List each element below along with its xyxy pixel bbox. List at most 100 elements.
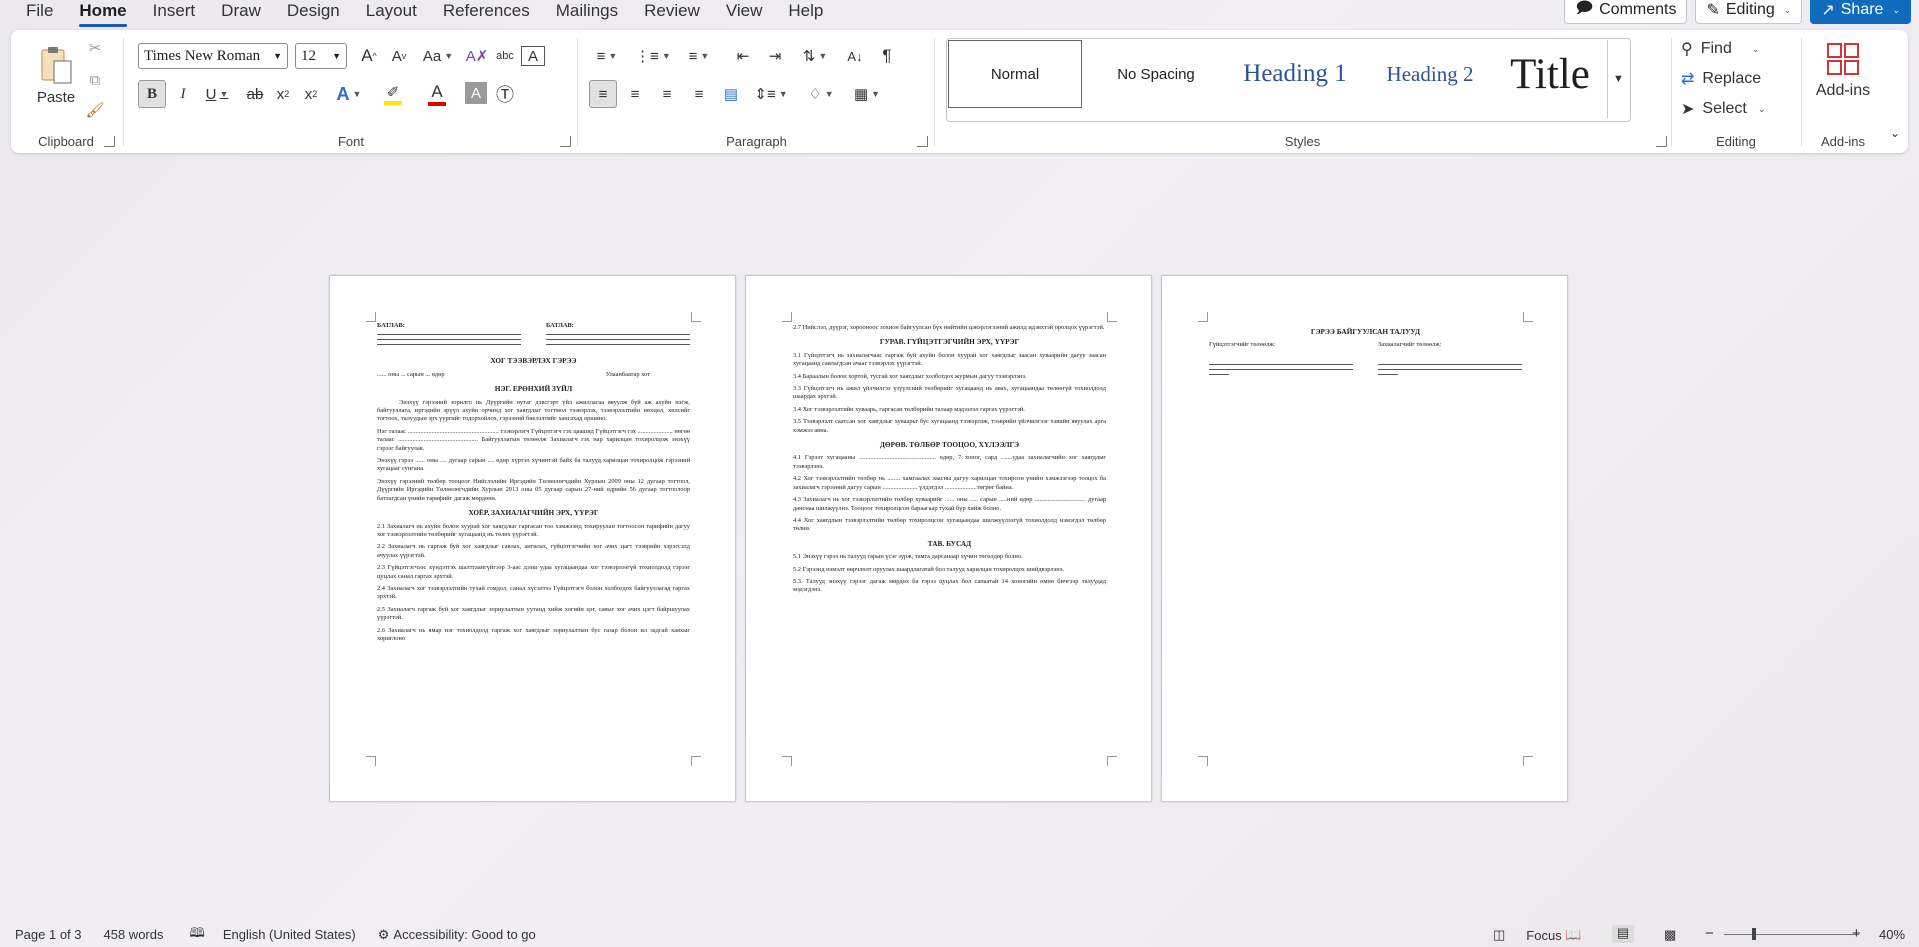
document-page-1[interactable]: БАТЛАВ: БАТЛАВ: ХОГ ТЭЭВЭРЛЭХ ГЭРЭЭ ....… bbox=[329, 275, 736, 802]
share-label: Share bbox=[1840, 1, 1884, 18]
style-title-label: Title bbox=[1510, 50, 1590, 98]
style-title[interactable]: Title bbox=[1495, 40, 1605, 108]
chevron-down-icon: ⌄ bbox=[1783, 4, 1792, 15]
tab-file[interactable]: File bbox=[0, 0, 66, 26]
crop-mark bbox=[782, 312, 792, 322]
replace-button[interactable]: ⇄ Replace bbox=[1681, 66, 1791, 92]
pencil-icon: ✎ bbox=[1706, 2, 1720, 19]
section-heading: ГУРАВ. ГҮЙЦЭТГЭГЧИЙН ЭРХ, ҮҮРЭГ bbox=[879, 337, 1020, 347]
paragraph: Энэхүү гэрээ ...... оны .... дугаар сары… bbox=[377, 457, 690, 473]
section-heading: НЭГ. ЕРӨНХИЙ ЗҮЙЛ bbox=[494, 384, 573, 394]
parties-signature-block: Гүйцэтгэгчийг төлөөлж: Захиалагчийг төлө… bbox=[1209, 341, 1522, 375]
chevron-down-icon: ⌄ bbox=[1892, 4, 1900, 15]
tab-references[interactable]: References bbox=[430, 0, 543, 26]
page-3-content: ГЭРЭЭ БАЙГУУЛСАН ТАЛУУД Гүйцэтгэгчийг тө… bbox=[1209, 322, 1522, 375]
accessibility-status[interactable]: Accessibility: Good to go bbox=[393, 927, 535, 942]
contract-city: Улаанбаатар хот bbox=[605, 370, 650, 378]
paragraph: 3.3 Гүйцэтгэгч нь ажил үйлчилгээ үзүүлсн… bbox=[793, 385, 1106, 401]
status-bar: Page 1 of 3 458 words 🕮 English (United … bbox=[0, 922, 1919, 947]
tab-help[interactable]: Help bbox=[775, 0, 836, 26]
comments-button[interactable]: 🗩 Comments bbox=[1564, 0, 1688, 24]
collapse-ribbon-icon[interactable]: ⌄ bbox=[1886, 124, 1904, 142]
word-count[interactable]: 458 words bbox=[104, 927, 164, 942]
zoom-slider[interactable] bbox=[1724, 928, 1859, 940]
read-mode-icon[interactable]: 📖 bbox=[1565, 927, 1581, 943]
style-heading-2[interactable]: Heading 2 bbox=[1365, 40, 1495, 108]
crop-mark bbox=[691, 756, 701, 766]
paragraph: 4.4 Хог хаягдлын тээвэрлэлтийн төлбөр то… bbox=[793, 516, 1106, 533]
proofing-icon[interactable]: 🕮 bbox=[189, 924, 204, 946]
client-label: Захиалагчийг төлөөлж: bbox=[1378, 341, 1442, 349]
styles-launcher-icon[interactable] bbox=[1656, 136, 1667, 147]
select-button[interactable]: ➤ Select ⌄ bbox=[1681, 96, 1791, 122]
paragraph: Нэг талаас .............................… bbox=[377, 427, 690, 452]
style-no-spacing[interactable]: No Spacing bbox=[1089, 40, 1223, 108]
signature-line bbox=[1209, 370, 1229, 375]
tab-layout[interactable]: Layout bbox=[353, 0, 430, 26]
divider bbox=[1801, 38, 1802, 146]
document-page-2[interactable]: 2.7 Нийслэл, дүүрэг, хорооноос зохион ба… bbox=[745, 275, 1152, 802]
web-layout-icon[interactable]: ▩ bbox=[1664, 927, 1676, 943]
paragraph: Энэхүү гэрээний төлбөр тооцоог Нийслэлий… bbox=[377, 477, 690, 502]
style-normal-label: Normal bbox=[990, 65, 1040, 83]
tab-home[interactable]: Home bbox=[66, 0, 139, 27]
page-count[interactable]: Page 1 of 3 bbox=[15, 927, 82, 942]
styles-gallery: Normal No Spacing Heading 1 Heading 2 Ti… bbox=[946, 38, 1631, 122]
zoom-slider-thumb[interactable] bbox=[1752, 928, 1756, 940]
styles-more-button[interactable]: ▼ bbox=[1607, 40, 1629, 118]
addins-label: Add-ins bbox=[1815, 82, 1871, 99]
section-heading: ХОЁР. ЗАХИАЛАГЧИЙН ЭРХ, ҮҮРЭГ bbox=[468, 508, 599, 518]
top-right-actions: 🗩 Comments ✎ Editing ⌄ ↗ Share ⌄ bbox=[1564, 0, 1911, 24]
contractor-label: Гүйцэтгэгчийг төлөөлж: bbox=[1209, 341, 1276, 349]
crop-mark bbox=[1198, 756, 1208, 766]
document-title: ХОГ ТЭЭВЭРЛЭХ ГЭРЭЭ bbox=[490, 356, 577, 366]
language-indicator[interactable]: English (United States) bbox=[223, 927, 356, 942]
zoom-out-icon[interactable]: − bbox=[1705, 925, 1714, 942]
paragraph: 4.2 Хог тээвэрлэлтийн төлбөр нь ........… bbox=[793, 475, 1106, 491]
crop-mark bbox=[1523, 756, 1533, 766]
tab-draw[interactable]: Draw bbox=[208, 0, 274, 26]
zoom-in-icon[interactable]: + bbox=[1852, 925, 1861, 942]
editing-mode-button[interactable]: ✎ Editing ⌄ bbox=[1695, 0, 1803, 24]
style-heading-2-label: Heading 2 bbox=[1386, 61, 1474, 86]
tab-design[interactable]: Design bbox=[274, 0, 353, 26]
print-layout-icon[interactable]: ▤ bbox=[1612, 925, 1634, 943]
paragraph: 5.3. Талууд энэхүү гэрээг дагаж мөрдөх б… bbox=[793, 577, 1106, 594]
addins-button[interactable]: Add-ins bbox=[1807, 36, 1879, 106]
focus-label: Focus bbox=[1526, 927, 1562, 943]
paragraph: 2.5 Захиалагч гаргаж буй хог хаягдлыг зо… bbox=[377, 605, 690, 622]
search-icon: ⚲ bbox=[1681, 41, 1693, 58]
style-no-spacing-label: No Spacing bbox=[1117, 65, 1195, 83]
paragraph: 3.1 Гүйцэтгэгч нь захиалагчаас гаргаж бу… bbox=[793, 351, 1106, 368]
style-heading-1-label: Heading 1 bbox=[1243, 60, 1347, 87]
approval-block: БАТЛАВ: БАТЛАВ: bbox=[377, 322, 690, 346]
addins-group-label: Add-ins bbox=[1820, 134, 1866, 149]
contract-date: ...... оны ... сарын ... өдөр bbox=[377, 370, 445, 378]
share-button[interactable]: ↗ Share ⌄ bbox=[1810, 0, 1911, 24]
parties-title: ГЭРЭЭ БАЙГУУЛСАН ТАЛУУД bbox=[1310, 327, 1421, 336]
replace-label: Replace bbox=[1702, 70, 1762, 87]
contractor-signature: Гүйцэтгэгчийг төлөөлж: bbox=[1209, 341, 1353, 375]
find-label: Find bbox=[1700, 40, 1732, 57]
style-heading-1[interactable]: Heading 1 bbox=[1225, 40, 1365, 108]
find-button[interactable]: ⚲ Find ⌄ bbox=[1681, 36, 1791, 62]
document-page-3[interactable]: ГЭРЭЭ БАЙГУУЛСАН ТАЛУУД Гүйцэтгэгчийг тө… bbox=[1161, 275, 1568, 802]
divider bbox=[1671, 38, 1672, 146]
focus-button[interactable]: ◫ Focus bbox=[1478, 927, 1562, 943]
replace-icon: ⇄ bbox=[1681, 71, 1695, 88]
approval-right: БАТЛАВ: bbox=[546, 322, 690, 346]
paragraph: 5.2 Гэрээнд нэмэлт өөрчлөлт оруулах шаар… bbox=[793, 565, 1065, 573]
tab-review[interactable]: Review bbox=[631, 0, 713, 26]
tab-insert[interactable]: Insert bbox=[140, 0, 209, 26]
paragraph: 3.4 Хог тээвэрлэлтийн хуваарь, гаргасан … bbox=[793, 405, 1025, 413]
chevron-down-icon: ⌄ bbox=[1751, 43, 1760, 54]
zoom-level[interactable]: 40% bbox=[1879, 927, 1905, 942]
signature-line bbox=[377, 340, 521, 346]
editing-group: ⚲ Find ⌄ ⇄ Replace ➤ Select ⌄ Editing bbox=[1673, 30, 1799, 153]
style-normal[interactable]: Normal bbox=[948, 40, 1082, 108]
tab-mailings[interactable]: Mailings bbox=[543, 0, 631, 26]
crop-mark bbox=[1198, 312, 1208, 322]
chevron-down-icon: ⌄ bbox=[1757, 103, 1766, 114]
paragraph: 2.2 Захиалагч нь гаргаж буй хог хаягдлыг… bbox=[377, 543, 690, 559]
tab-view[interactable]: View bbox=[713, 0, 776, 26]
